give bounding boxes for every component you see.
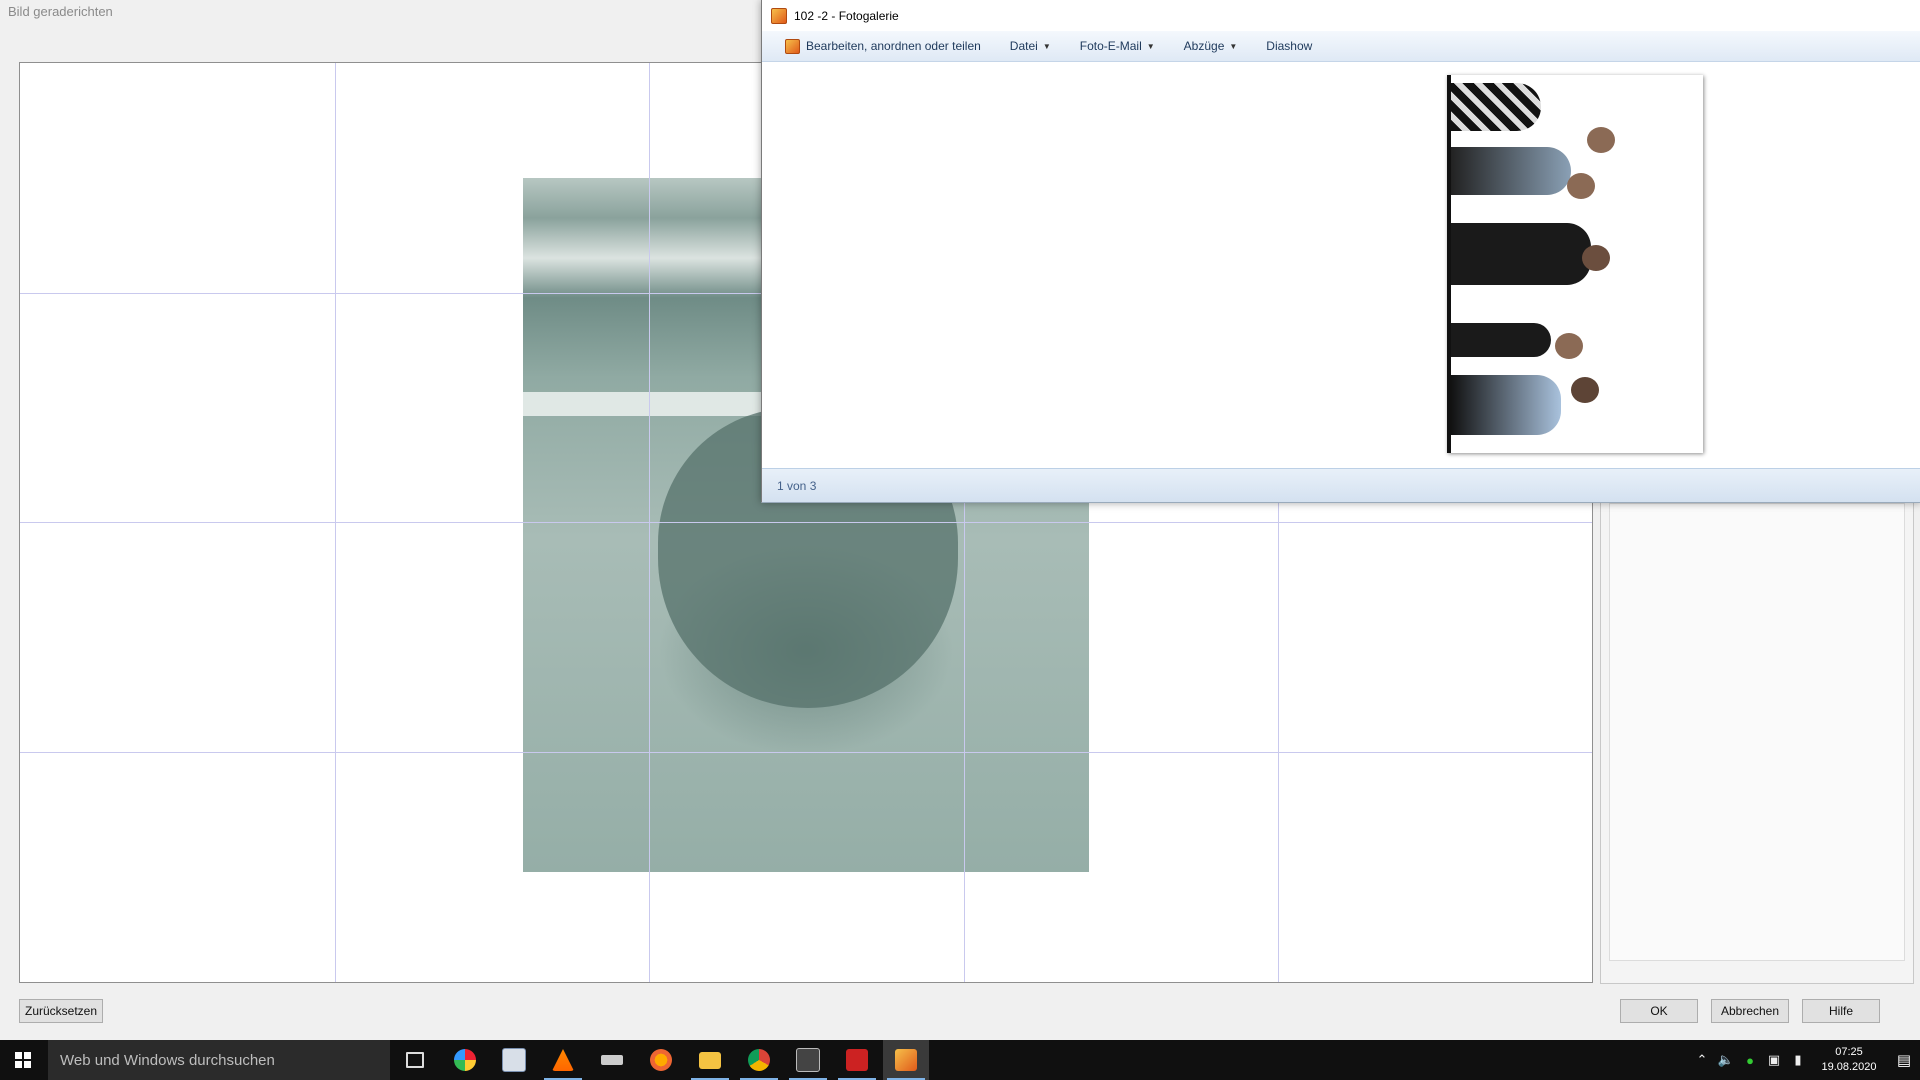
- help-button[interactable]: Hilfe: [1802, 999, 1880, 1023]
- chevron-down-icon: ▼: [1042, 41, 1051, 51]
- file-explorer-icon[interactable]: [687, 1040, 733, 1080]
- clock[interactable]: 07:25 19.08.2020: [1810, 1045, 1888, 1075]
- avast-icon[interactable]: [638, 1040, 684, 1080]
- chevron-down-icon: ▼: [1146, 41, 1155, 51]
- photo-person: [1451, 147, 1571, 195]
- network-error-icon[interactable]: ▣: [1762, 1052, 1786, 1068]
- gallery-photo: [1447, 75, 1703, 453]
- chrome-icon[interactable]: [736, 1040, 782, 1080]
- dialog-title: Bild geraderichten: [8, 4, 113, 19]
- menu-file[interactable]: Datei ▼: [1010, 39, 1051, 53]
- photo-head: [1567, 173, 1595, 199]
- menu-prints[interactable]: Abzüge ▼: [1184, 39, 1238, 53]
- reset-button[interactable]: Zurücksetzen: [19, 999, 103, 1023]
- photo-person: [1451, 223, 1591, 285]
- menu-email-label: Foto-E-Mail: [1079, 39, 1142, 53]
- security-check-icon[interactable]: ●: [1738, 1053, 1762, 1068]
- grid-line: [20, 752, 1592, 753]
- edit-icon: [785, 38, 800, 54]
- gallery-title: 102 -2 - Fotogalerie: [794, 8, 899, 23]
- side-panel: [1600, 498, 1914, 984]
- photo-person: [1451, 323, 1551, 357]
- menu-edit-label: Bearbeiten, anordnen oder teilen: [806, 39, 981, 53]
- photo-person: [1451, 375, 1561, 435]
- menu-edit[interactable]: Bearbeiten, anordnen oder teilen: [785, 38, 981, 54]
- photo-counter: 1 von 3: [777, 478, 817, 493]
- chevron-down-icon: ▼: [1229, 41, 1238, 51]
- system-tray: ⌃ 🔈 ● ▣ ▮ 07:25 19.08.2020 ▤: [1690, 1040, 1920, 1080]
- clock-time: 07:25: [1835, 1046, 1863, 1058]
- gallery-statusbar: 1 von 3: [762, 468, 1920, 502]
- photo-head: [1587, 127, 1615, 153]
- side-panel-list[interactable]: [1609, 503, 1905, 961]
- menu-prints-label: Abzüge: [1183, 39, 1225, 53]
- gallery-titlebar[interactable]: 102 -2 - Fotogalerie: [762, 0, 1920, 31]
- taskbar: Web und Windows durchsuchen ⌃ 🔈 ● ▣ ▮ 07…: [0, 1040, 1920, 1080]
- task-view-icon[interactable]: [392, 1040, 438, 1080]
- clock-date: 19.08.2020: [1821, 1061, 1877, 1073]
- photo-person: [1451, 83, 1541, 131]
- menu-slideshow-label: Diashow: [1266, 39, 1313, 53]
- menu-email[interactable]: Foto-E-Mail ▼: [1080, 39, 1155, 53]
- photo-head: [1555, 333, 1583, 359]
- start-button[interactable]: [0, 1040, 46, 1080]
- menu-slideshow[interactable]: Diashow: [1266, 39, 1312, 53]
- gallery-viewer[interactable]: [762, 62, 1920, 468]
- menu-file-label: Datei: [1009, 39, 1038, 53]
- signal-icon[interactable]: ▮: [1786, 1052, 1810, 1068]
- pdf-viewer-icon[interactable]: [491, 1040, 537, 1080]
- photo-head: [1582, 245, 1610, 271]
- scanner-icon[interactable]: [589, 1040, 635, 1080]
- chevron-up-icon[interactable]: ⌃: [1690, 1052, 1714, 1068]
- picasa-icon[interactable]: [442, 1040, 488, 1080]
- photo-gallery-window: 102 -2 - Fotogalerie Bearbeiten, anordne…: [761, 0, 1920, 503]
- photo-gallery-taskbar-icon[interactable]: [883, 1040, 929, 1080]
- ok-button[interactable]: OK: [1620, 999, 1698, 1023]
- windows-logo-icon: [15, 1052, 31, 1068]
- grid-line: [20, 522, 1592, 523]
- taskbar-search[interactable]: Web und Windows durchsuchen: [48, 1040, 390, 1080]
- photo-app-icon[interactable]: [834, 1040, 880, 1080]
- gallery-menubar: Bearbeiten, anordnen oder teilen Datei ▼…: [762, 31, 1920, 62]
- notification-icon[interactable]: ▤: [1888, 1051, 1920, 1069]
- volume-icon[interactable]: 🔈: [1714, 1052, 1738, 1068]
- cancel-button[interactable]: Abbrechen: [1711, 999, 1789, 1023]
- vlc-icon[interactable]: [540, 1040, 586, 1080]
- photo-gallery-icon: [771, 7, 787, 24]
- photo-head: [1571, 377, 1599, 403]
- camera-app-icon[interactable]: [785, 1040, 831, 1080]
